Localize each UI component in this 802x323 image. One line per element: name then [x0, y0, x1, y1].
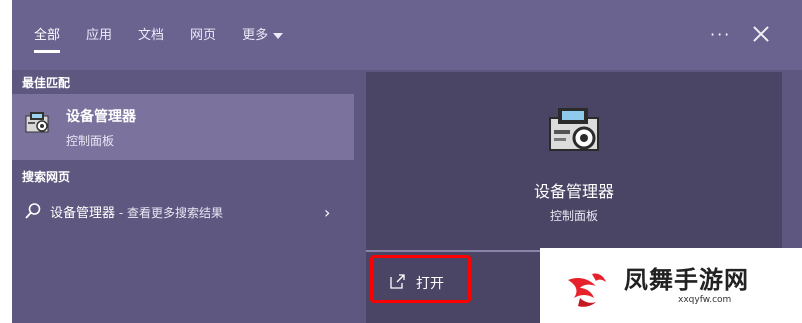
- best-match-item[interactable]: 设备管理器 控制面板: [12, 94, 354, 160]
- phoenix-logo-icon: [568, 273, 606, 307]
- watermark-name: 凤舞手游网: [624, 266, 749, 294]
- tab-all[interactable]: 全部: [34, 24, 61, 53]
- tab-documents[interactable]: 文档: [138, 24, 164, 53]
- web-search-heading: 搜索网页: [22, 170, 71, 184]
- close-icon[interactable]: [752, 25, 770, 43]
- web-search-result[interactable]: 设备管理器 - 查看更多搜索结果 ›: [12, 194, 354, 228]
- preview-subtitle: 控制面板: [549, 209, 598, 223]
- watermark: 凤舞手游网 xxqyfw.com: [540, 248, 802, 323]
- web-search-query: 设备管理器: [50, 206, 116, 221]
- tab-web[interactable]: 网页: [190, 24, 216, 53]
- device-manager-icon: [549, 108, 599, 151]
- web-search-suffix: - 查看更多搜索结果: [115, 206, 223, 220]
- tab-apps[interactable]: 应用: [86, 24, 112, 53]
- open-button[interactable]: 打开: [390, 265, 466, 303]
- preview-title: 设备管理器: [533, 182, 614, 201]
- device-manager-icon: [25, 112, 49, 133]
- best-match-title: 设备管理器: [66, 109, 136, 125]
- tab-list: 全部 应用 文档 网页 更多: [34, 24, 309, 53]
- watermark-url: xxqyfw.com: [678, 295, 732, 305]
- tab-more-label: 更多: [242, 28, 269, 43]
- results-list: 最佳匹配 设备管理器 控制面板 搜索网页 设备管理器 - 查看更多搜索结果 ›: [12, 70, 354, 323]
- search-tab-bar: 全部 应用 文档 网页 更多 ···: [12, 0, 802, 70]
- chevron-right-icon[interactable]: ›: [324, 203, 330, 222]
- open-label: 打开: [416, 276, 444, 292]
- search-icon: [25, 203, 41, 219]
- chevron-down-icon: [273, 32, 284, 39]
- tab-more[interactable]: 更多: [242, 24, 284, 53]
- best-match-heading: 最佳匹配: [22, 76, 71, 90]
- best-match-subtitle: 控制面板: [66, 134, 115, 148]
- ellipsis-icon[interactable]: ···: [710, 25, 731, 44]
- open-window-icon: [390, 274, 405, 289]
